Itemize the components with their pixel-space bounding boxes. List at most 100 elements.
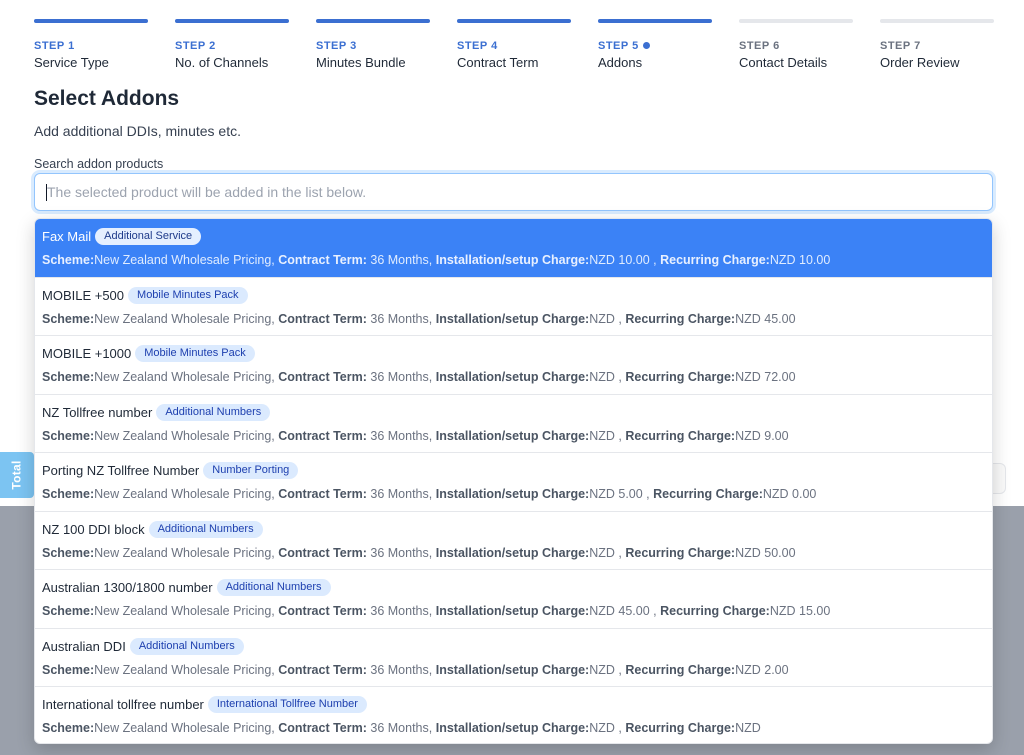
addon-option-title: NZ 100 DDI block Additional Numbers [42,520,985,538]
addon-dropdown: Fax Mail Additional Service Scheme:New Zea… [34,218,993,744]
setup-charge-value: NZD , [589,545,622,560]
addon-name: Fax Mail [42,229,92,244]
step-number: STEP 1 [34,39,148,52]
setup-charge-value: NZD , [589,662,622,677]
contract-term-label: Contract Term: [278,721,367,735]
contract-term-value: 36 Months, [370,370,433,384]
addon-option[interactable]: International tollfree number Internation… [35,687,992,743]
addon-category-badge: Additional Service [95,228,202,245]
addon-name: Porting NZ Tollfree Number [42,463,200,478]
scheme-value: New Zealand Wholesale Pricing, [94,370,275,384]
step-2[interactable]: STEP 2 No. of Channels [175,19,289,70]
step-number-text: STEP 7 [880,39,921,52]
contract-term-label: Contract Term: [278,545,367,560]
addon-option[interactable]: NZ Tollfree number Additional Numbers Sche… [35,395,992,453]
addon-option[interactable]: MOBILE +500 Mobile Minutes Pack Scheme:New… [35,278,992,336]
addon-option[interactable]: Fax Mail Additional Service Scheme:New Zea… [35,219,992,278]
contract-term-value: 36 Months, [370,311,433,326]
scheme-label: Scheme: [42,662,95,677]
step-name: No. of Channels [175,55,269,70]
recurring-charge-value: NZD [735,721,761,735]
recurring-charge-value: NZD 2.00 [735,662,789,677]
addon-category-badge: International Tollfree Number [207,696,367,713]
recurring-charge-value: NZD 15.00 [769,604,831,618]
addon-name: Australian 1300/1800 number [42,580,213,595]
addon-option-title: NZ Tollfree number Additional Numbers [42,403,985,421]
step-4[interactable]: STEP 4 Contract Term [457,19,571,70]
search-input[interactable] [47,174,992,210]
step-number: STEP 6 [739,39,853,52]
step-number: STEP 5 [598,39,712,52]
addon-name: Australian DDI [42,638,126,654]
search-label: Search addon products [34,157,164,171]
scheme-value: New Zealand Wholesale Pricing, [94,604,275,618]
search-field[interactable] [34,173,993,211]
scheme-label: Scheme: [42,370,95,384]
contract-term-value: 36 Months, [370,604,433,618]
step-number: STEP 7 [880,39,994,52]
setup-charge-label: Installation/setup Charge: [435,487,590,501]
setup-charge-label: Installation/setup Charge: [435,428,590,443]
addon-name: NZ Tollfree number [42,404,153,420]
setup-charge-value: NZD 5.00 , [589,487,650,501]
contract-term-value: 36 Months, [370,253,433,267]
step-number: STEP 3 [316,39,430,52]
setup-charge-value: NZD , [589,311,622,326]
scheme-value: New Zealand Wholesale Pricing, [94,311,275,326]
scheme-value: New Zealand Wholesale Pricing, [94,545,275,560]
step-1[interactable]: STEP 1 Service Type [34,19,148,70]
addon-category-badge: Additional Numbers [129,637,244,655]
step-bar [880,19,994,23]
total-tab-label: Total [10,460,24,490]
setup-charge-label: Installation/setup Charge: [435,311,590,326]
step-progress: STEP 1 Service Type STEP 2 No. of Channels S… [34,19,994,70]
addon-details: Scheme:New Zealand Wholesale Pricing, Co… [42,721,985,735]
step-name: Contract Term [457,55,539,70]
scheme-value: New Zealand Wholesale Pricing, [94,487,275,501]
addon-option[interactable]: Australian DDI Additional Numbers Scheme:N… [35,629,992,687]
step-5[interactable]: STEP 5 Addons [598,19,712,70]
contract-term-label: Contract Term: [278,662,367,677]
step-bar [739,19,853,23]
recurring-charge-label: Recurring Charge: [625,428,736,443]
addon-option[interactable]: Porting NZ Tollfree Number Number Porting… [35,453,992,512]
recurring-charge-value: NZD 72.00 [735,370,796,384]
addon-option-title: MOBILE +500 Mobile Minutes Pack [42,286,985,304]
addon-details: Scheme:New Zealand Wholesale Pricing, Co… [42,663,985,677]
contract-term-value: 36 Months, [370,428,433,443]
addon-category-badge: Mobile Minutes Pack [128,286,248,304]
addon-option[interactable]: NZ 100 DDI block Additional Numbers Scheme… [35,512,992,570]
recurring-charge-value: NZD 9.00 [735,428,789,443]
contract-term-label: Contract Term: [278,487,367,501]
recurring-charge-label: Recurring Charge: [653,487,763,501]
contract-term-label: Contract Term: [278,428,367,443]
addon-details: Scheme:New Zealand Wholesale Pricing, Co… [42,546,985,560]
scheme-label: Scheme: [42,311,95,326]
contract-term-label: Contract Term: [278,604,367,618]
addon-option[interactable]: Australian 1300/1800 number Additional Nu… [35,570,992,629]
setup-charge-value: NZD 10.00 , [589,253,657,267]
text-caret [46,184,47,201]
addon-category-badge: Mobile Minutes Pack [135,345,255,362]
setup-charge-label: Installation/setup Charge: [435,604,590,618]
addon-details: Scheme:New Zealand Wholesale Pricing, Co… [42,370,985,384]
addon-name: MOBILE +500 [42,287,125,303]
addon-details: Scheme:New Zealand Wholesale Pricing, Co… [42,312,985,326]
step-6: STEP 6 Contact Details [739,19,853,70]
setup-charge-label: Installation/setup Charge: [435,721,590,735]
recurring-charge-value: NZD 10.00 [769,253,831,267]
addon-details: Scheme:New Zealand Wholesale Pricing, Co… [42,253,985,267]
addon-option-title: Porting NZ Tollfree Number Number Porting [42,462,985,479]
total-tab[interactable]: Total [0,452,34,498]
recurring-charge-value: NZD 45.00 [735,311,796,326]
step-3[interactable]: STEP 3 Minutes Bundle [316,19,430,70]
step-bar [598,19,712,23]
step-7: STEP 7 Order Review [880,19,994,70]
step-number-text: STEP 6 [739,39,780,52]
setup-charge-value: NZD , [589,428,622,443]
current-step-dot-icon [642,42,650,49]
step-bar [175,19,289,23]
addon-option[interactable]: MOBILE +1000 Mobile Minutes Pack Scheme:Ne… [35,336,992,395]
recurring-charge-value: NZD 0.00 [762,487,817,501]
addon-details: Scheme:New Zealand Wholesale Pricing, Co… [42,487,985,501]
